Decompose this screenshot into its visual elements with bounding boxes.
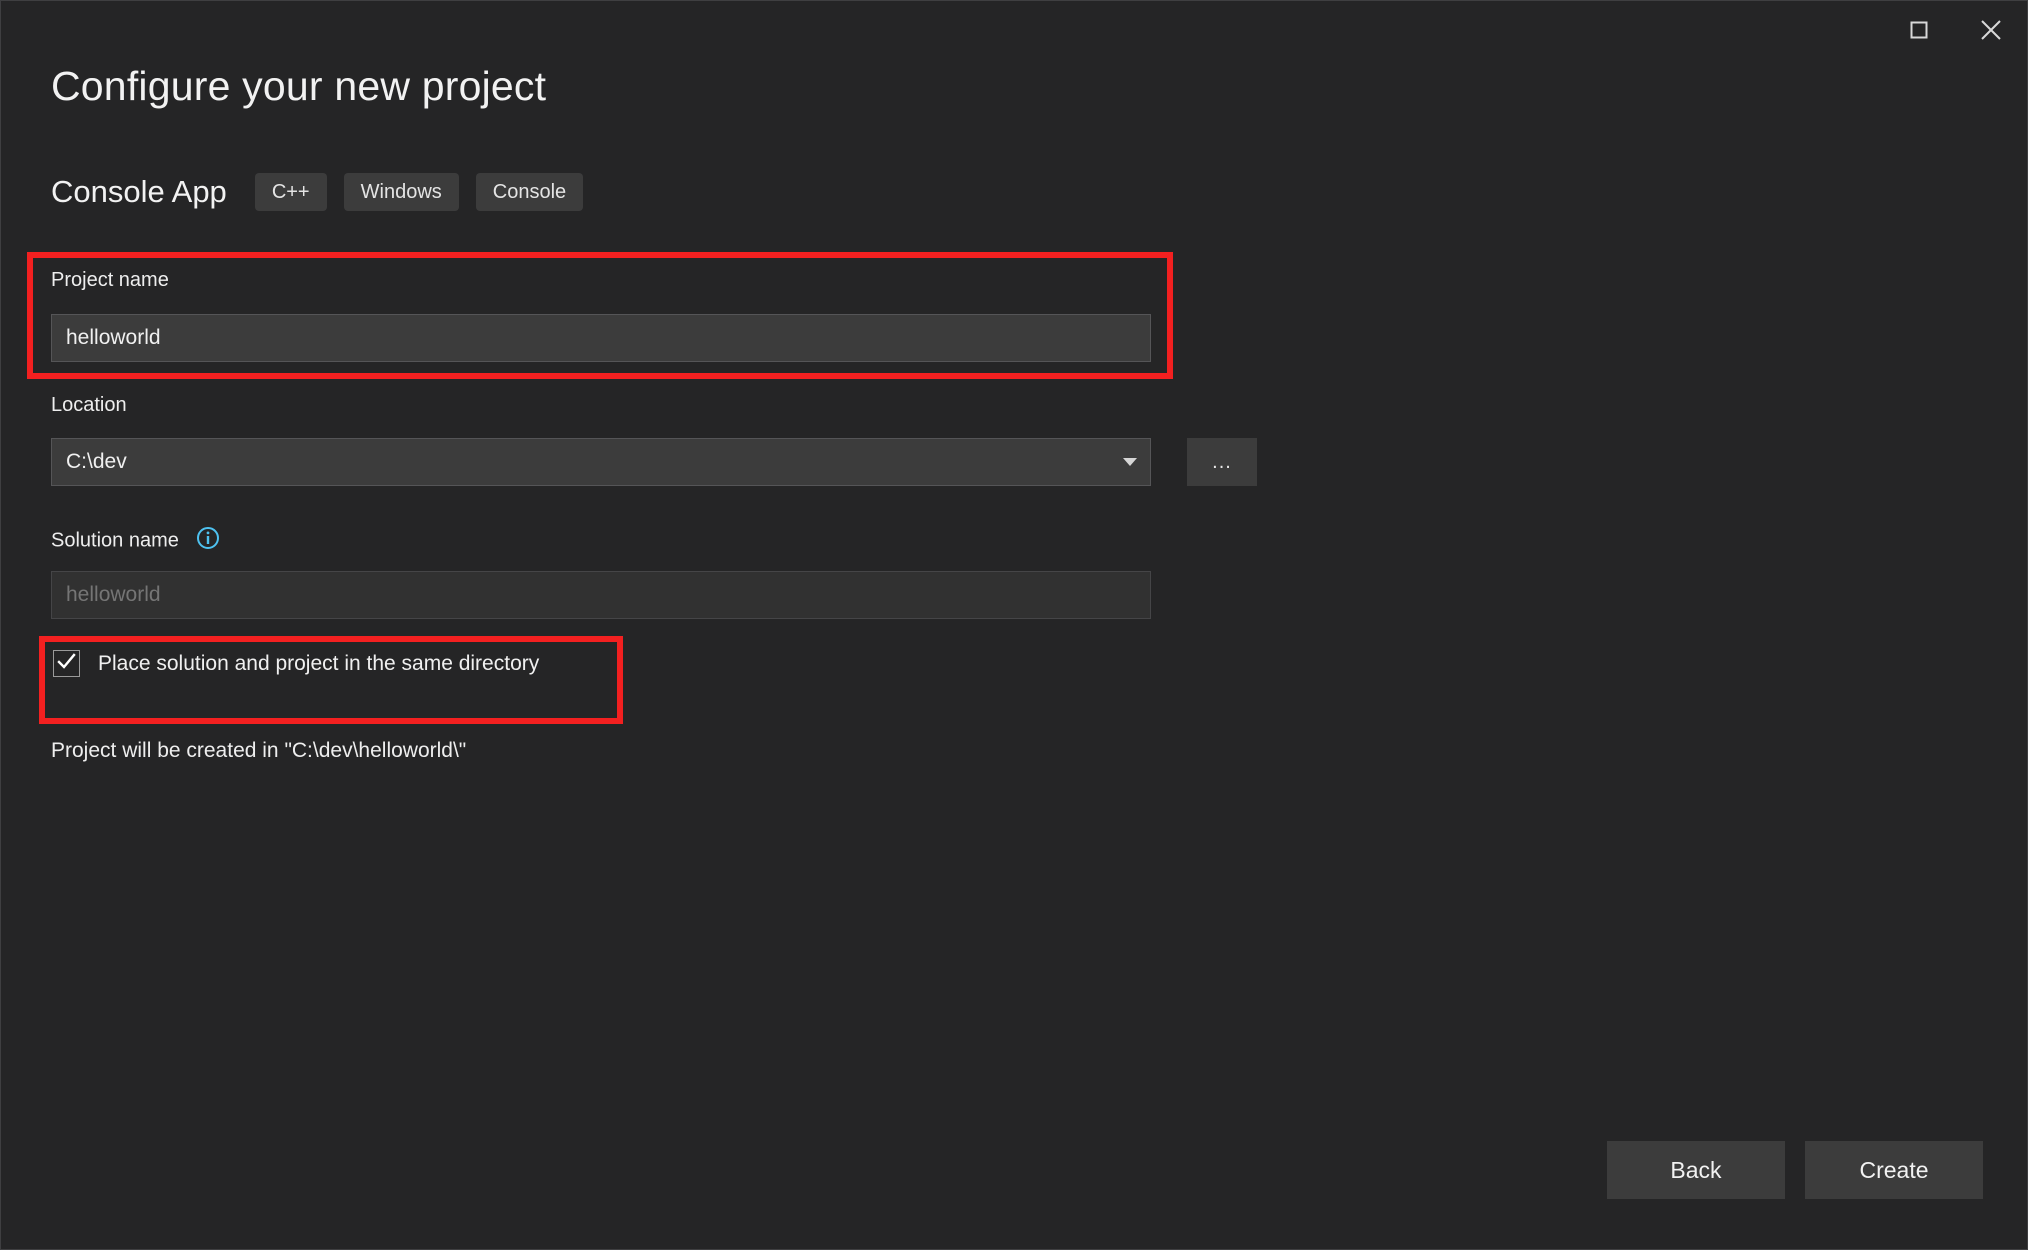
template-name: Console App — [51, 174, 227, 209]
solution-name-label-text: Solution name — [51, 529, 179, 552]
tag-platform: Windows — [343, 173, 459, 211]
info-icon[interactable] — [196, 526, 220, 556]
template-summary: Console App C++ Windows Console — [51, 173, 600, 211]
solution-name-input — [51, 571, 1151, 619]
same-directory-checkbox-row[interactable]: Place solution and project in the same d… — [53, 650, 539, 677]
checkmark-icon — [56, 651, 77, 677]
solution-name-label: Solution name — [51, 526, 220, 556]
close-icon — [1978, 17, 2004, 43]
tag-project-type: Console — [475, 173, 584, 211]
location-combobox[interactable]: C:\dev — [51, 438, 1151, 486]
project-created-path-text: Project will be created in "C:\dev\hello… — [51, 739, 467, 762]
browse-location-button[interactable]: ... — [1187, 438, 1257, 486]
back-button[interactable]: Back — [1607, 1141, 1785, 1199]
maximize-button[interactable] — [1883, 1, 1955, 59]
window-controls — [1883, 1, 2027, 59]
chevron-down-icon[interactable] — [1110, 456, 1150, 468]
location-label: Location — [51, 394, 127, 416]
tag-language: C++ — [254, 173, 327, 211]
configure-project-dialog: Configure your new project Console App C… — [0, 0, 2028, 1250]
create-button[interactable]: Create — [1805, 1141, 1983, 1199]
same-directory-checkbox-label: Place solution and project in the same d… — [98, 651, 540, 675]
close-button[interactable] — [1955, 1, 2027, 59]
maximize-icon — [1908, 19, 1930, 41]
project-name-input[interactable] — [51, 314, 1151, 362]
same-directory-checkbox[interactable] — [53, 650, 80, 677]
title-bar — [1, 1, 2027, 63]
project-name-label: Project name — [51, 269, 169, 291]
page-title: Configure your new project — [51, 63, 547, 109]
location-value: C:\dev — [66, 450, 127, 473]
